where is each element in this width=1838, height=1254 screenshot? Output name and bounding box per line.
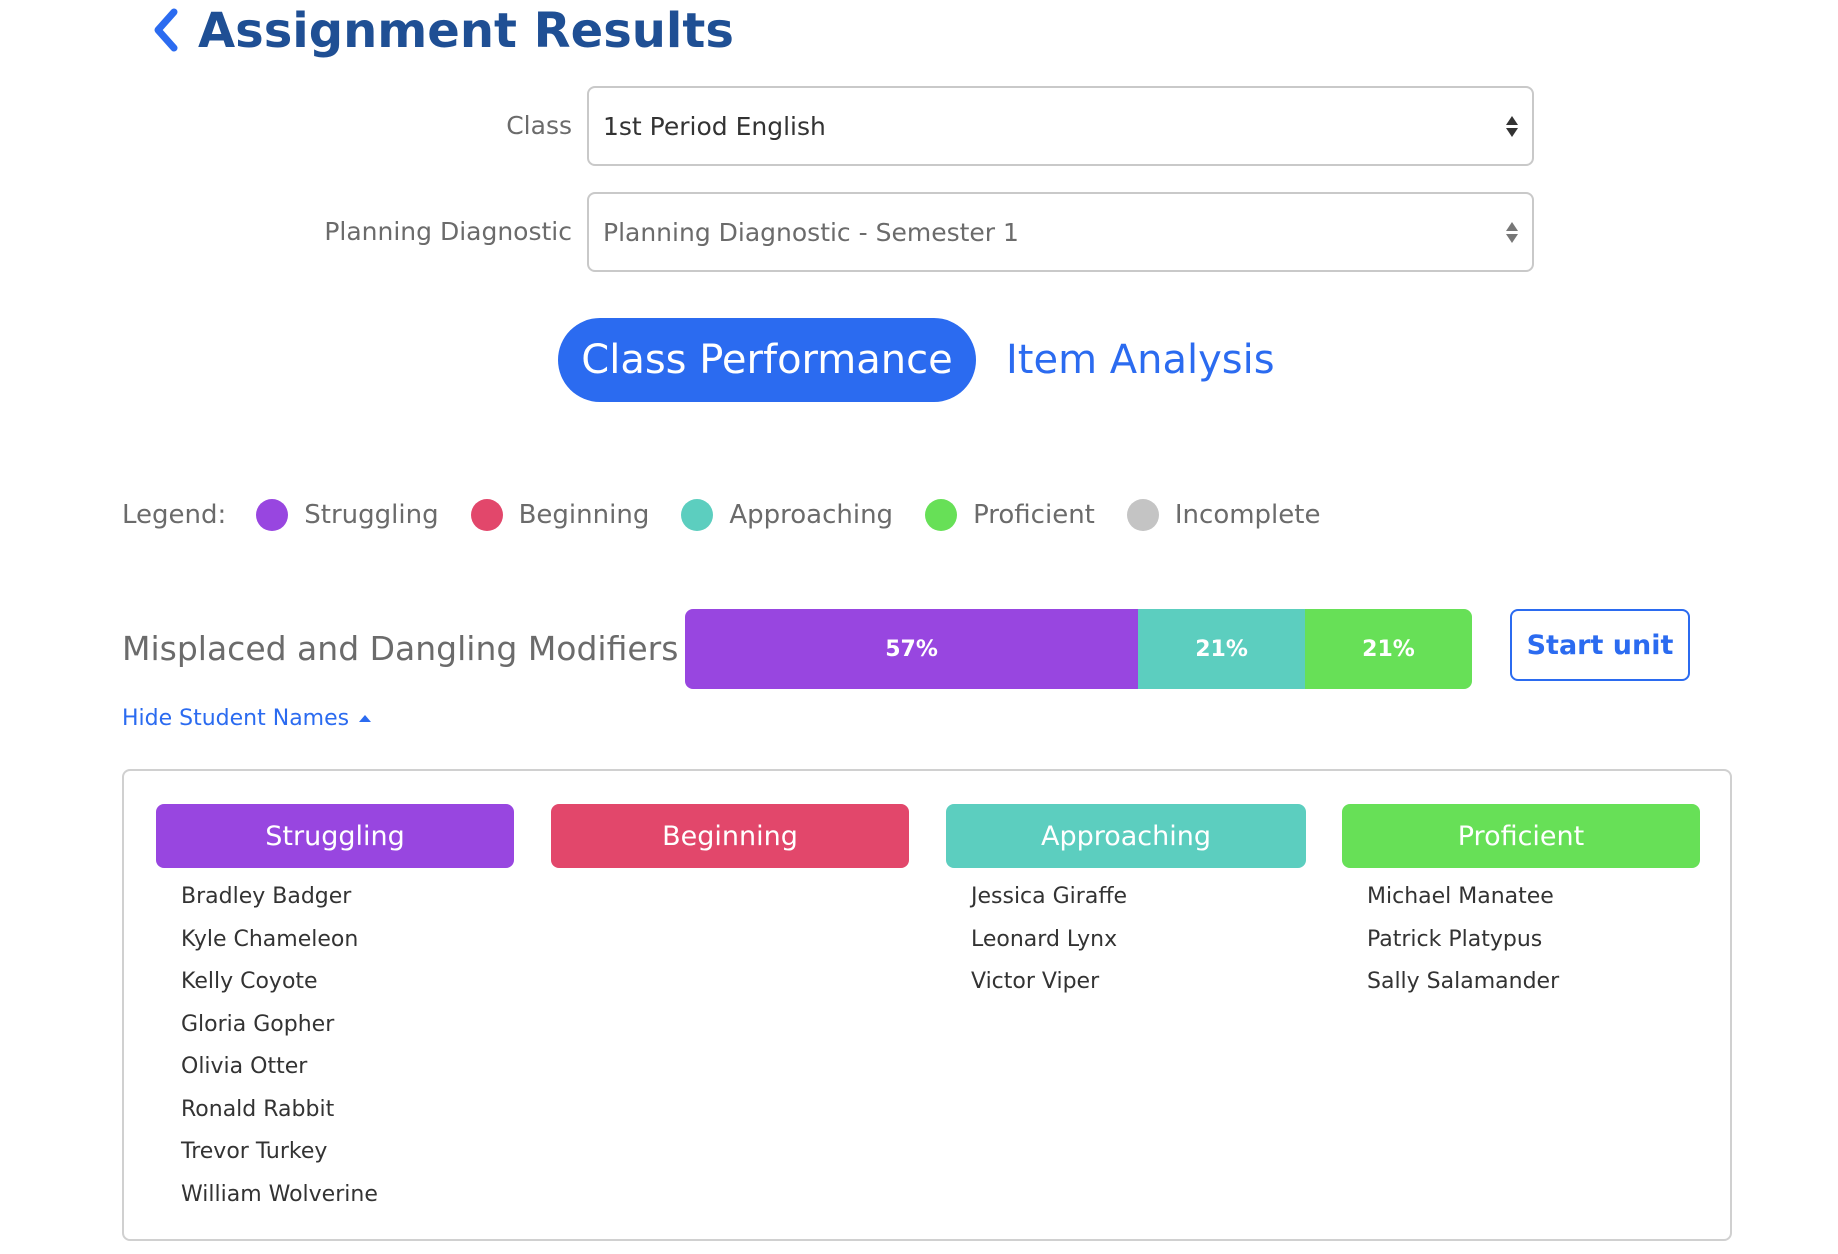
bar-segment-approaching: 21%: [1138, 609, 1306, 689]
legend-item-beginning: Beginning: [470, 499, 650, 531]
student-name: Kyle Chameleon: [181, 926, 359, 952]
legend-label: Beginning: [518, 500, 650, 530]
student-name: Patrick Platypus: [1367, 926, 1543, 952]
group-header-approaching: Approaching: [946, 804, 1306, 868]
legend-item-incomplete: Incomplete: [1126, 499, 1321, 531]
bar-segment-proficient: 21%: [1305, 609, 1472, 689]
student-name: William Wolverine: [181, 1181, 378, 1207]
student-list-approaching: Jessica Giraffe Leonard Lynx Victor Vipe…: [946, 868, 1306, 1004]
hide-student-names-label: Hide Student Names: [122, 706, 350, 731]
student-name: Gloria Gopher: [181, 1011, 335, 1037]
student-name: Kelly Coyote: [181, 969, 318, 994]
student-name: Bradley Badger: [181, 884, 352, 909]
student-name: Jessica Giraffe: [971, 884, 1128, 909]
student-name: Trevor Turkey: [181, 1139, 328, 1164]
legend-label: Incomplete: [1174, 500, 1321, 530]
legend-dot: [470, 499, 503, 531]
legend-label: Approaching: [729, 500, 894, 530]
legend-dot: [1126, 499, 1159, 531]
performance-bar: 57% 21% 21%: [685, 609, 1472, 689]
start-unit-button[interactable]: Start unit: [1510, 609, 1690, 681]
select-arrows-icon: [1498, 115, 1526, 137]
page-title: Assignment Results: [198, 3, 734, 59]
bar-segment-struggling: 57%: [685, 609, 1139, 689]
group-proficient: Proficient Michael Manatee Patrick Platy…: [1342, 804, 1700, 1004]
class-label: Class: [506, 111, 572, 140]
chevron-left-icon[interactable]: [146, 6, 186, 54]
legend-label: Struggling: [304, 500, 439, 530]
group-struggling: Struggling Bradley Badger Kyle Chameleon…: [156, 804, 514, 1216]
class-select[interactable]: 1st Period English: [587, 86, 1534, 166]
legend-item-struggling: Struggling: [256, 499, 439, 531]
student-name: Sally Salamander: [1367, 969, 1560, 994]
student-name: Victor Viper: [971, 969, 1100, 994]
legend: Legend: Struggling Beginning Approaching…: [122, 495, 1352, 535]
legend-item-proficient: Proficient: [925, 499, 1095, 531]
planning-diagnostic-select[interactable]: Planning Diagnostic - Semester 1: [587, 192, 1534, 272]
legend-dot: [925, 499, 958, 531]
group-header-beginning: Beginning: [551, 804, 909, 868]
legend-dot: [681, 499, 714, 531]
planning-diagnostic-label: Planning Diagnostic: [324, 217, 572, 246]
student-list-struggling: Bradley Badger Kyle Chameleon Kelly Coyo…: [156, 868, 514, 1216]
hide-student-names-link[interactable]: Hide Student Names: [122, 706, 372, 731]
tab-item-analysis[interactable]: Item Analysis: [1006, 318, 1275, 402]
group-approaching: Approaching Jessica Giraffe Leonard Lynx…: [946, 804, 1306, 1004]
student-name: Leonard Lynx: [971, 926, 1118, 952]
group-header-struggling: Struggling: [156, 804, 514, 868]
class-select-value: 1st Period English: [603, 111, 826, 141]
student-list-proficient: Michael Manatee Patrick Platypus Sally S…: [1342, 868, 1700, 1004]
student-name: Michael Manatee: [1367, 884, 1554, 909]
legend-label: Proficient: [973, 500, 1095, 530]
student-list-beginning: [551, 868, 909, 876]
legend-title: Legend:: [122, 500, 227, 530]
planning-diagnostic-select-value: Planning Diagnostic - Semester 1: [603, 217, 1019, 247]
group-header-proficient: Proficient: [1342, 804, 1700, 868]
caret-up-icon: [359, 715, 372, 722]
legend-dot: [256, 499, 289, 531]
tab-class-performance[interactable]: Class Performance: [558, 318, 976, 402]
legend-item-approaching: Approaching: [681, 499, 893, 531]
student-name: Olivia Otter: [181, 1054, 308, 1079]
unit-name: Misplaced and Dangling Modifiers: [122, 629, 679, 668]
student-name: Ronald Rabbit: [181, 1096, 335, 1122]
select-arrows-icon: [1498, 221, 1526, 243]
group-beginning: Beginning: [551, 804, 909, 876]
